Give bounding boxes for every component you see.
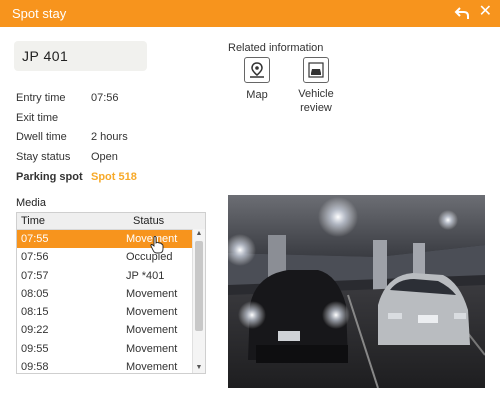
vehicle-review-label-line2: review <box>300 102 332 114</box>
media-row-time: 07:55 <box>21 233 49 245</box>
vehicle-review-button[interactable]: Vehicle review <box>294 57 338 115</box>
map-label: Map <box>246 89 268 101</box>
media-list[interactable]: Time Status 07:55 Movement 07:56 Occupie… <box>16 212 206 374</box>
detail-label: Stay status <box>16 151 71 163</box>
media-row-time: 08:15 <box>21 306 49 319</box>
media-row-time: 09:58 <box>21 361 49 374</box>
media-row[interactable]: 09:55 Movement <box>17 340 205 358</box>
media-scrollbar[interactable]: ▲ ▼ <box>192 229 205 373</box>
media-row-status: Movement <box>126 324 178 337</box>
map-pin-icon <box>244 57 270 83</box>
vehicle-review-label-line1: Vehicle <box>298 88 334 100</box>
hand-cursor-icon <box>150 236 164 254</box>
parking-spot-link[interactable]: Spot 518 <box>91 171 137 183</box>
media-row-status: Movement <box>126 287 178 300</box>
media-row-status: Movement <box>126 306 178 319</box>
column-header-time[interactable]: Time <box>21 215 45 227</box>
detail-label: Dwell time <box>16 131 67 143</box>
media-row[interactable]: 08:05 Movement <box>17 285 205 303</box>
media-row[interactable]: 09:58 Movement <box>17 358 205 374</box>
media-row[interactable]: 07:57 JP *401 <box>17 267 205 285</box>
media-row[interactable]: 09:22 Movement <box>17 321 205 339</box>
detail-value: 07:56 <box>91 92 119 104</box>
back-arrow-icon[interactable] <box>454 5 470 21</box>
window-title: Spot stay <box>12 6 67 21</box>
scroll-up-arrow-icon[interactable]: ▲ <box>193 229 205 239</box>
media-row-time: 07:57 <box>21 269 49 282</box>
media-row-time: 07:56 <box>21 251 49 264</box>
detail-value: 2 hours <box>91 131 128 143</box>
close-icon[interactable]: ✕ <box>479 4 492 20</box>
detail-label: Parking spot <box>16 171 83 183</box>
map-button[interactable]: Map <box>241 57 273 101</box>
media-row-status: Movement <box>126 361 178 374</box>
media-row-time: 08:05 <box>21 287 49 300</box>
plate-number: JP 401 <box>14 41 147 71</box>
scrollbar-thumb[interactable] <box>195 241 203 331</box>
scroll-down-arrow-icon[interactable]: ▼ <box>193 363 205 373</box>
media-row-time: 09:22 <box>21 324 49 337</box>
camera-snapshot[interactable] <box>228 195 485 388</box>
detail-label: Exit time <box>16 112 59 124</box>
vehicle-camera-icon <box>303 57 329 83</box>
media-row[interactable]: 08:15 Movement <box>17 303 205 321</box>
media-row[interactable]: 07:56 Occupied <box>17 248 205 266</box>
media-row-time: 09:55 <box>21 342 49 355</box>
media-label: Media <box>16 197 46 209</box>
media-row-status: JP *401 <box>126 269 165 282</box>
column-header-status[interactable]: Status <box>133 215 164 227</box>
related-info-title: Related information <box>228 42 324 54</box>
detail-value: Open <box>91 151 118 163</box>
media-row[interactable]: 07:55 Movement <box>17 230 193 249</box>
media-row-status: Movement <box>126 342 178 355</box>
title-bar: Spot stay ✕ <box>0 0 500 27</box>
media-list-header: Time Status <box>17 213 205 230</box>
detail-label: Entry time <box>16 92 66 104</box>
